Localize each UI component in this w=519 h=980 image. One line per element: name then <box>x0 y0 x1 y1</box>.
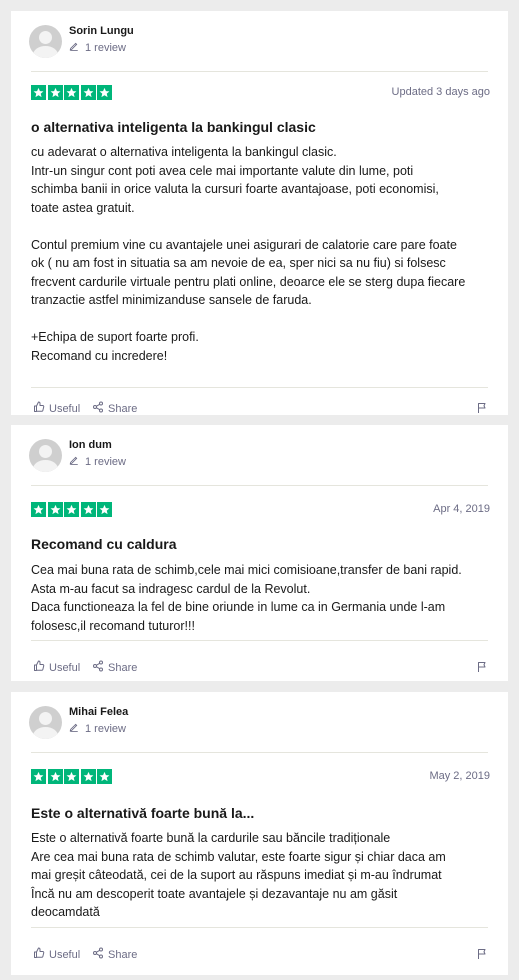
divider <box>31 485 488 486</box>
review-text-line: frecvent cardurile virtuale pentru plati… <box>31 274 466 289</box>
divider <box>31 752 488 753</box>
review-body: cu adevarat o alternativa inteligenta la… <box>31 143 496 365</box>
review-text-line <box>31 310 496 329</box>
review-title[interactable]: Recomand cu caldura <box>31 536 177 552</box>
star-icon <box>97 502 112 517</box>
star-icon <box>80 85 96 100</box>
divider <box>31 71 488 72</box>
share-label: Share <box>108 948 138 961</box>
avatar-placeholder-icon[interactable] <box>29 706 62 739</box>
share-label: Share <box>108 661 138 674</box>
review-text-line: cu adevarat o alternativa inteligenta la… <box>31 145 337 159</box>
pencil-icon <box>69 41 85 54</box>
review-text-line: Cea mai buna rata de schimb,cele mai mic… <box>31 563 462 577</box>
share-icon <box>92 947 108 962</box>
star-icon <box>97 85 112 100</box>
star-icon <box>80 502 96 517</box>
divider <box>31 927 488 928</box>
review-actions: Useful Share <box>33 660 488 676</box>
avatar-placeholder-icon[interactable] <box>29 439 62 472</box>
review-date: Apr 4, 2019 <box>433 503 490 515</box>
review-card: Mihai Felea 1 review May 2, 2019 Este o … <box>11 692 508 975</box>
review-title[interactable]: o alternativa inteligenta la bankingul c… <box>31 119 316 135</box>
review-text-line <box>31 217 496 236</box>
review-actions: Useful Share <box>33 401 488 417</box>
review-text-line: Contul premium vine cu avantajele unei a… <box>31 237 457 252</box>
useful-label: Useful <box>49 948 81 961</box>
share-button[interactable]: Share <box>92 401 137 416</box>
pencil-icon <box>69 455 85 468</box>
star-icon <box>31 769 46 784</box>
reviewer-review-count: 1 review <box>69 41 126 54</box>
review-text-line: schimba banii in orice valuta la cursuri… <box>31 182 439 196</box>
review-card: Sorin Lungu 1 review Updated 3 days ago … <box>11 11 508 415</box>
divider <box>31 387 488 388</box>
thumbs-up-icon <box>33 401 49 416</box>
reviewer-review-count: 1 review <box>69 455 126 468</box>
useful-label: Useful <box>49 661 81 674</box>
useful-button[interactable]: Useful <box>33 401 80 416</box>
review-count-label: 1 review <box>85 455 126 468</box>
star-rating <box>31 85 114 100</box>
flag-icon[interactable] <box>476 401 488 419</box>
flag-icon[interactable] <box>476 947 488 965</box>
useful-button[interactable]: Useful <box>33 947 80 962</box>
reviewer-name[interactable]: Sorin Lungu <box>69 25 134 37</box>
review-text-line: +Echipa de suport foarte profi. <box>31 330 199 344</box>
review-text-line: deocamdată <box>31 905 100 919</box>
review-text-line: folosesc,il recomand tuturor!!! <box>31 618 195 633</box>
review-text-line: tranzactie astfel minimizanduse sansele … <box>31 293 312 307</box>
review-date: Updated 3 days ago <box>391 86 490 98</box>
share-button[interactable]: Share <box>92 660 137 675</box>
reviewer-name[interactable]: Mihai Felea <box>69 706 128 718</box>
review-title[interactable]: Este o alternativă foarte bună la... <box>31 805 254 821</box>
share-button[interactable]: Share <box>92 947 137 962</box>
flag-icon[interactable] <box>476 660 488 678</box>
star-rating <box>31 769 114 784</box>
pencil-icon <box>69 722 85 735</box>
review-text-line: Daca functioneaza la fel de bine oriunde… <box>31 600 446 614</box>
review-text-line: Încă nu am descoperit toate avantajele ș… <box>31 886 398 901</box>
star-icon <box>64 85 79 100</box>
thumbs-up-icon <box>33 947 49 962</box>
star-icon <box>64 769 79 784</box>
avatar-placeholder-icon[interactable] <box>29 25 62 58</box>
star-icon <box>64 502 79 517</box>
share-label: Share <box>108 402 138 415</box>
divider <box>31 640 488 641</box>
review-count-label: 1 review <box>85 722 126 735</box>
useful-label: Useful <box>49 402 81 415</box>
review-text-line: mai greșit câteodată, cei de la suport a… <box>31 868 442 882</box>
thumbs-up-icon <box>33 660 49 675</box>
review-text-line: toate astea gratuit. <box>31 200 135 215</box>
review-text-line: Are cea mai buna rata de schimb valutar,… <box>31 849 446 864</box>
star-icon <box>80 769 96 784</box>
star-icon <box>31 85 46 100</box>
star-icon <box>47 769 63 784</box>
reviewer-review-count: 1 review <box>69 722 126 735</box>
useful-button[interactable]: Useful <box>33 660 80 675</box>
review-date: May 2, 2019 <box>429 770 490 782</box>
share-icon <box>92 401 108 416</box>
review-body: Este o alternativă foarte bună la cardur… <box>31 829 496 922</box>
reviewer-name[interactable]: Ion dum <box>69 439 112 451</box>
review-actions: Useful Share <box>33 947 488 963</box>
review-text-line: Este o alternativă foarte bună la cardur… <box>31 831 391 845</box>
star-icon <box>97 769 112 784</box>
review-card: Ion dum 1 review Apr 4, 2019 Recomand cu… <box>11 425 508 681</box>
share-icon <box>92 660 108 675</box>
review-text-line: Intr-un singur cont poti avea cele mai i… <box>31 163 414 178</box>
review-text-line: Recomand cu incredere! <box>31 348 168 363</box>
review-text-line: ok ( nu am fost in situatia sa am nevoie… <box>31 256 446 270</box>
star-icon <box>47 85 63 100</box>
star-icon <box>31 502 46 517</box>
star-rating <box>31 502 114 517</box>
review-count-label: 1 review <box>85 41 126 54</box>
star-icon <box>47 502 63 517</box>
review-text-line: Asta m-au facut sa indragesc cardul de l… <box>31 581 311 596</box>
review-body: Cea mai buna rata de schimb,cele mai mic… <box>31 561 496 635</box>
